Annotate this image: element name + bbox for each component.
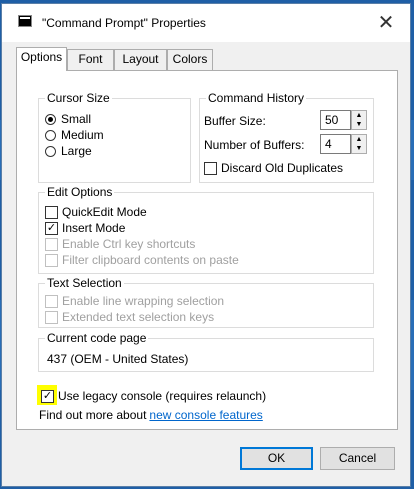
window-title: "Command Prompt" Properties (42, 16, 206, 30)
checkmark-icon: ✓ (41, 389, 54, 403)
spin-up-icon[interactable]: ▲ (352, 111, 366, 120)
checkbox-icon (204, 161, 217, 175)
code-page-value: 437 (OEM - United States) (47, 352, 189, 366)
checkmark-icon: ✓ (45, 221, 58, 235)
number-of-buffers-spinner[interactable]: ▲ ▼ (351, 134, 367, 154)
discard-duplicates-checkbox[interactable]: Discard Old Duplicates (204, 160, 343, 176)
console-app-icon (18, 15, 32, 27)
checkbox-label: Use legacy console (requires relaunch) (58, 389, 267, 403)
edit-options-group: Edit Options QuickEdit Mode ✓ Insert Mod… (38, 185, 374, 274)
cursor-large-radio[interactable]: Large (45, 143, 92, 159)
command-history-group: Command History Buffer Size: 50 ▲ ▼ Numb… (199, 91, 374, 183)
radio-label: Medium (61, 128, 104, 142)
legacy-console-checkbox[interactable]: ✓ Use legacy console (requires relaunch) (41, 388, 266, 404)
spin-down-icon[interactable]: ▼ (352, 120, 366, 129)
checkbox-label: QuickEdit Mode (62, 205, 147, 219)
properties-dialog: "Command Prompt" Properties ✕ Options Fo… (1, 3, 411, 487)
filter-clipboard-checkbox[interactable]: Filter clipboard contents on paste (45, 252, 239, 268)
close-icon[interactable]: ✕ (368, 10, 404, 36)
cursor-medium-radio[interactable]: Medium (45, 127, 104, 143)
code-page-group: Current code page 437 (OEM - United Stat… (38, 331, 374, 372)
number-of-buffers-label: Number of Buffers: (204, 138, 305, 152)
buffer-size-label: Buffer Size: (204, 114, 266, 128)
code-page-label: Current code page (45, 331, 149, 345)
checkbox-icon (45, 253, 58, 267)
radio-icon (45, 113, 56, 125)
radio-label: Large (61, 144, 92, 158)
new-console-features-link[interactable]: new console features (149, 408, 262, 422)
ctrl-shortcuts-checkbox[interactable]: Enable Ctrl key shortcuts (45, 236, 195, 252)
checkbox-icon (45, 310, 58, 324)
spin-up-icon[interactable]: ▲ (352, 135, 366, 144)
checkbox-icon (45, 205, 58, 219)
tab-font[interactable]: Font (67, 49, 114, 70)
checkbox-label: Insert Mode (62, 221, 126, 235)
checkbox-label: Discard Old Duplicates (221, 161, 344, 175)
checkbox-label: Extended text selection keys (62, 310, 215, 324)
checkbox-label: Enable Ctrl key shortcuts (62, 237, 196, 251)
ok-button[interactable]: OK (240, 447, 313, 470)
radio-icon (45, 145, 56, 157)
radio-label: Small (61, 112, 92, 126)
cursor-small-radio[interactable]: Small (45, 111, 91, 127)
cancel-button[interactable]: Cancel (320, 447, 395, 470)
cursor-size-label: Cursor Size (45, 91, 112, 105)
buffer-size-spinner[interactable]: ▲ ▼ (351, 110, 367, 130)
edit-options-label: Edit Options (45, 185, 115, 199)
spin-down-icon[interactable]: ▼ (352, 144, 366, 153)
tab-options[interactable]: Options (16, 47, 67, 71)
checkbox-icon (45, 294, 58, 308)
insert-mode-checkbox[interactable]: ✓ Insert Mode (45, 220, 125, 236)
options-panel: Cursor Size Small Medium Large Command H… (16, 70, 398, 430)
cursor-size-group: Cursor Size Small Medium Large (38, 91, 191, 183)
find-out-more-text: Find out more about (39, 408, 147, 422)
line-wrapping-checkbox[interactable]: Enable line wrapping selection (45, 293, 224, 309)
radio-icon (45, 129, 56, 141)
text-selection-group: Text Selection Enable line wrapping sele… (38, 276, 374, 328)
checkbox-label: Filter clipboard contents on paste (62, 253, 239, 267)
buffer-size-input[interactable]: 50 (320, 110, 351, 130)
number-of-buffers-input[interactable]: 4 (320, 134, 351, 154)
tab-colors[interactable]: Colors (167, 49, 213, 70)
title-bar: "Command Prompt" Properties ✕ (2, 4, 410, 42)
text-selection-label: Text Selection (45, 276, 124, 290)
tab-layout[interactable]: Layout (114, 49, 167, 70)
command-history-label: Command History (206, 91, 307, 105)
checkbox-label: Enable line wrapping selection (62, 294, 225, 308)
extended-keys-checkbox[interactable]: Extended text selection keys (45, 309, 214, 325)
checkbox-icon (45, 237, 58, 251)
quickedit-mode-checkbox[interactable]: QuickEdit Mode (45, 204, 147, 220)
find-out-more: Find out more about new console features (39, 407, 263, 423)
